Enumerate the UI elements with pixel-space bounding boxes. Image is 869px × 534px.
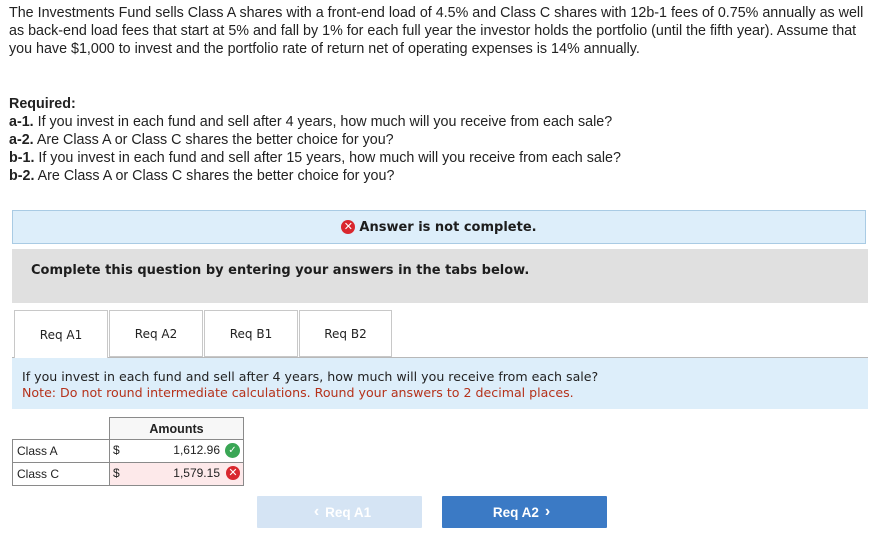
tab-req-a1[interactable]: Req A1 (14, 310, 108, 359)
x-circle-icon: ✕ (226, 466, 240, 480)
tab-req-b1[interactable]: Req B1 (204, 310, 298, 357)
class-a-amount-input[interactable]: 1,612.96 (173, 443, 220, 457)
row-label-class-c: Class C (12, 462, 110, 486)
answer-status-text: Answer is not complete. (359, 219, 537, 235)
tab-req-b2[interactable]: Req B2 (299, 310, 392, 357)
currency-symbol: $ (113, 443, 120, 457)
class-a-amount-cell[interactable]: $ 1,612.96 ✓ (109, 439, 244, 463)
table-row: Class C $ 1,579.15 ✕ (12, 462, 244, 486)
sub-question-text: If you invest in each fund and sell afte… (22, 369, 599, 384)
instructions-bar-text: Complete this question by entering your … (31, 263, 530, 278)
required-item-a2: a-2. Are Class A or Class C shares the b… (9, 132, 394, 148)
currency-symbol: $ (113, 466, 120, 480)
required-item-b2: b-2. Are Class A or Class C shares the b… (9, 168, 395, 184)
chevron-left-icon: ‹ (313, 503, 320, 520)
row-label-class-a: Class A (12, 439, 110, 463)
x-circle-icon: ✕ (341, 220, 356, 234)
amounts-table: Amounts Class A $ 1,612.96 ✓ Class C $ 1… (12, 417, 244, 486)
check-icon: ✓ (225, 443, 240, 458)
tab-req-a2[interactable]: Req A2 (109, 310, 203, 357)
next-req-a2-button[interactable]: Req A2 › (442, 496, 607, 528)
table-row: Class A $ 1,612.96 ✓ (12, 439, 244, 463)
prev-button-label: Req A1 (325, 504, 372, 520)
question-text: The Investments Fund sells Class A share… (9, 5, 864, 57)
question-instructions: If you invest in each fund and sell afte… (12, 358, 868, 409)
required-section: Required: a-1. If you invest in each fun… (9, 95, 621, 185)
chevron-right-icon: › (544, 503, 551, 520)
class-c-amount-cell[interactable]: $ 1,579.15 ✕ (109, 462, 244, 486)
header-empty-cell (13, 418, 110, 440)
amounts-header: Amounts (109, 417, 244, 440)
required-heading: Required: (9, 96, 76, 112)
answer-status-banner: ✕ Answer is not complete. (12, 210, 866, 244)
prev-req-a1-button[interactable]: ‹ Req A1 (257, 496, 422, 528)
table-header-row: Amounts (13, 417, 244, 440)
class-c-amount-input[interactable]: 1,579.15 (173, 466, 220, 480)
required-item-a1: a-1. If you invest in each fund and sell… (9, 114, 613, 130)
next-button-label: Req A2 (492, 504, 539, 520)
required-item-b1: b-1. If you invest in each fund and sell… (9, 150, 621, 166)
instructions-bar: Complete this question by entering your … (12, 249, 868, 303)
rounding-note: Note: Do not round intermediate calculat… (22, 385, 574, 400)
